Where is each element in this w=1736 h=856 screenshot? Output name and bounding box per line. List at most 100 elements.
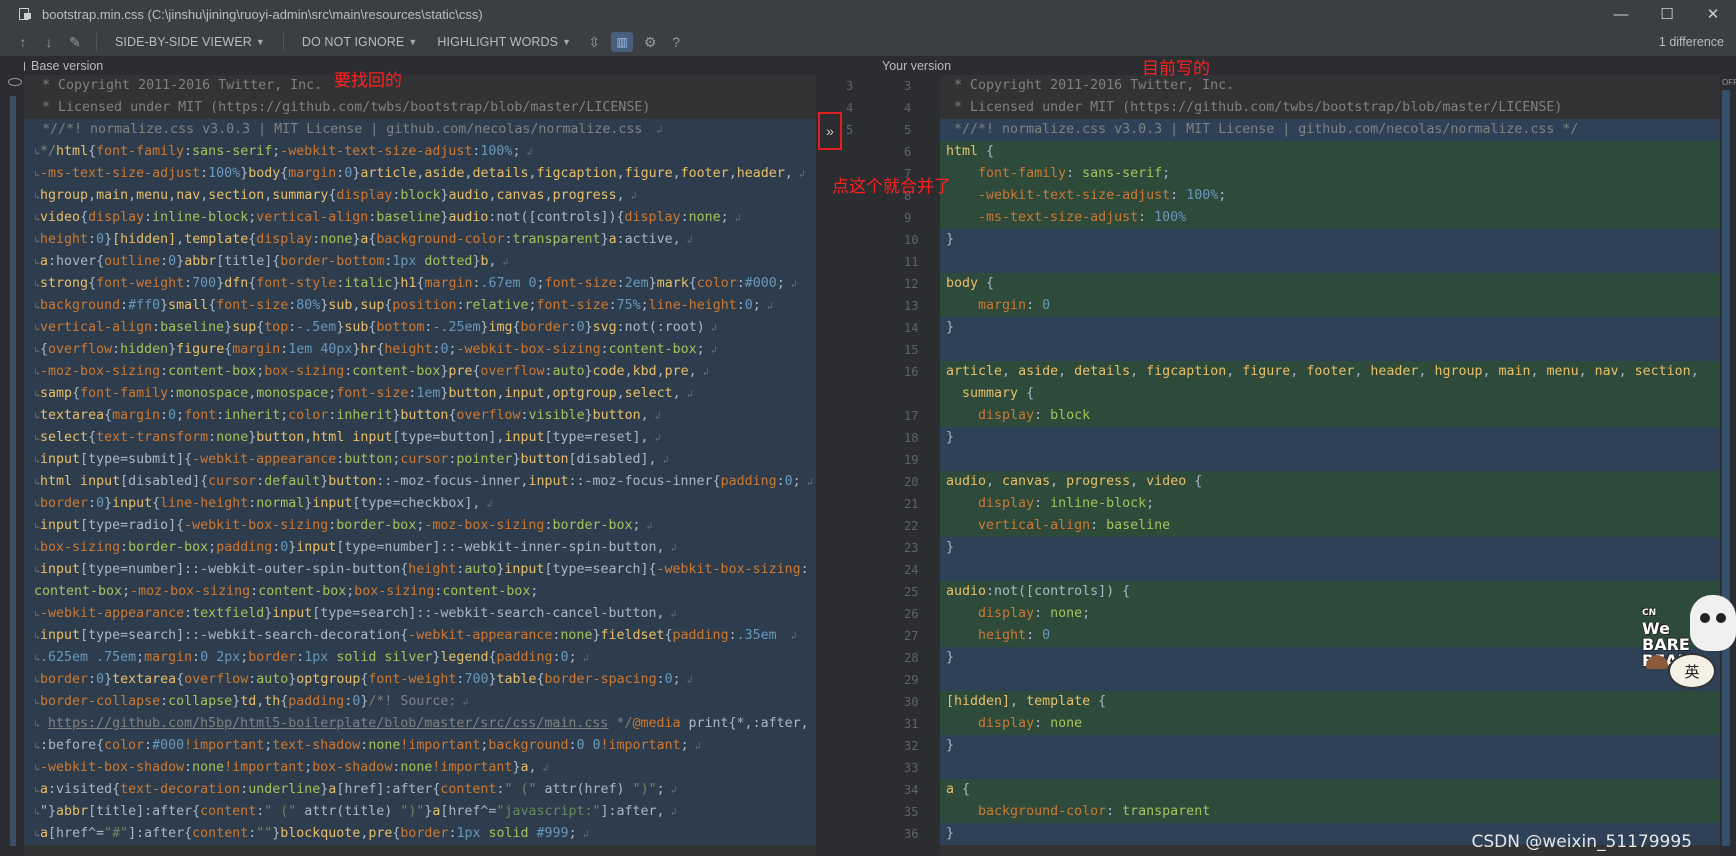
wrap-arrow-icon: ↲: [680, 675, 693, 686]
code-token: top: [264, 320, 289, 335]
maximize-button[interactable]: ☐: [1644, 0, 1690, 28]
wrap-arrow-icon: ↲: [728, 213, 741, 224]
code-token: 0: [96, 232, 105, 247]
sync-scroll-icon[interactable]: ▥: [611, 32, 634, 52]
code-token: box-sizing: [40, 540, 121, 555]
code-line: ↳select{text-transform:none}button,html …: [24, 427, 816, 449]
your-version-editor[interactable]: * Copyright 2011-2016 Twitter, Inc. * Li…: [940, 75, 1720, 856]
code-token: ,: [656, 364, 665, 379]
wrap-arrow-icon: ↲: [648, 433, 661, 444]
right-line-number: 11: [904, 255, 919, 269]
code-token: a: [946, 782, 955, 797]
merge-arrow-button[interactable]: »: [818, 112, 842, 150]
arrow-down-icon[interactable]: ↓: [36, 30, 62, 54]
code-token: none: [1050, 606, 1083, 621]
code-token: }: [946, 232, 955, 247]
code-line: -ms-text-size-adjust: 100%: [940, 207, 1720, 229]
right-line-number: 36: [904, 827, 919, 841]
code-line: ↳strong{font-weight:700}dfn{font-style:i…: [24, 273, 816, 295]
app-icon: [18, 7, 32, 21]
code-token: sans-serif: [192, 144, 273, 159]
code-token: ,: [1482, 364, 1499, 379]
code-token: block: [400, 188, 441, 203]
code-token: :: [656, 672, 665, 687]
code-token: color: [104, 738, 145, 753]
edit-icon[interactable]: ✎: [62, 30, 88, 54]
code-line: -webkit-text-size-adjust: 100%;: [940, 185, 1720, 207]
gear-icon[interactable]: ⚙: [637, 30, 663, 54]
right-line-number: 29: [904, 673, 919, 687]
code-token: content-box: [168, 364, 257, 379]
code-line: [940, 757, 1720, 779]
code-token: hr: [360, 342, 377, 357]
sticker-bubble: 英: [1668, 653, 1716, 689]
base-version-editor[interactable]: * Copyright 2011-2016 Twitter, Inc. * Li…: [24, 75, 816, 856]
wrap-arrow-icon: ↲: [784, 279, 797, 290]
code-token: -webkit-text-size-adjust: [978, 188, 1171, 203]
collapse-icon[interactable]: ⇳: [581, 30, 607, 54]
code-token: figcaption: [1146, 364, 1227, 379]
code-token: hgroup: [1434, 364, 1483, 379]
arrow-up-icon[interactable]: ↑: [10, 30, 36, 54]
close-button[interactable]: ✕: [1690, 0, 1736, 28]
code-token: display: [978, 716, 1035, 731]
code-token: figure: [176, 342, 225, 357]
code-line: ↳textarea{margin:0;font:inherit;color:in…: [24, 405, 816, 427]
code-token: hidden: [120, 342, 169, 357]
wrap-arrow-icon: ↲: [576, 829, 589, 840]
code-token: pre: [664, 364, 689, 379]
code-line: ↳"}abbr[title]:after{content:" (" attr(t…: [24, 801, 816, 823]
we-bare-bears-sticker: CNWe BARE BEARS 英: [1640, 595, 1736, 705]
code-line: content-box;-moz-box-sizing:content-box;…: [24, 581, 816, 603]
right-scrollbar[interactable]: [1722, 90, 1730, 846]
code-token: " (": [264, 804, 297, 819]
code-token: padding: [216, 540, 273, 555]
code-line: ↳.625em .75em;margin:0 2px;border:1px so…: [24, 647, 816, 669]
code-token: ,: [1290, 364, 1307, 379]
highlight-dropdown[interactable]: HIGHLIGHT WORDS ▼: [427, 35, 581, 49]
code-token: !important: [400, 738, 481, 753]
code-line: ↳ https://github.com/h5bp/html5-boilerpl…: [24, 713, 816, 735]
code-line: ↳video{display:inline-block;vertical-ali…: [24, 207, 816, 229]
code-token: line-height: [648, 298, 737, 313]
right-line-number: 23: [904, 541, 919, 555]
right-line-number: 10: [904, 233, 919, 247]
code-token: -webkit-appearance: [192, 452, 337, 467]
code-token: :: [1138, 210, 1155, 225]
eye-icon[interactable]: [8, 78, 22, 86]
code-token: input: [504, 562, 545, 577]
viewer-mode-dropdown[interactable]: SIDE-BY-SIDE VIEWER ▼: [105, 35, 275, 49]
ignore-dropdown[interactable]: DO NOT IGNORE ▼: [292, 35, 427, 49]
code-token: ,: [1130, 364, 1147, 379]
code-token: body: [248, 166, 281, 181]
code-token: menu: [136, 188, 169, 203]
code-token: :: [184, 144, 193, 159]
code-token: content-box: [34, 584, 123, 599]
code-token: ,: [986, 474, 1003, 489]
help-icon[interactable]: ?: [663, 30, 689, 54]
code-token: :: [160, 694, 169, 709]
code-token: ,: [88, 188, 97, 203]
right-line-number: 17: [904, 409, 919, 423]
right-line-number: 3: [904, 79, 912, 93]
code-token: [hidden]: [946, 694, 1011, 709]
code-token: :: [1170, 188, 1187, 203]
code-token: 0: [664, 672, 673, 687]
code-line: font-family: sans-serif;: [940, 163, 1720, 185]
code-line: ↳-webkit-box-shadow:none!important;box-s…: [24, 757, 816, 779]
minimize-button[interactable]: —: [1598, 0, 1644, 28]
code-token: video: [1146, 474, 1187, 489]
code-line: * Licensed under MIT (https://github.com…: [24, 97, 816, 119]
code-token: section: [1634, 364, 1691, 379]
code-token: font-weight: [96, 276, 185, 291]
code-token: */: [40, 144, 57, 159]
code-token: #000: [744, 276, 777, 291]
code-token: :: [520, 408, 529, 423]
code-line: ↳{overflow:hidden}figure{margin:1em 40px…: [24, 339, 816, 361]
left-scrollbar[interactable]: [10, 96, 16, 846]
code-token: height: [408, 562, 457, 577]
code-token: overflow: [184, 672, 249, 687]
code-token: ;: [136, 650, 145, 665]
code-token: {: [1186, 474, 1203, 489]
